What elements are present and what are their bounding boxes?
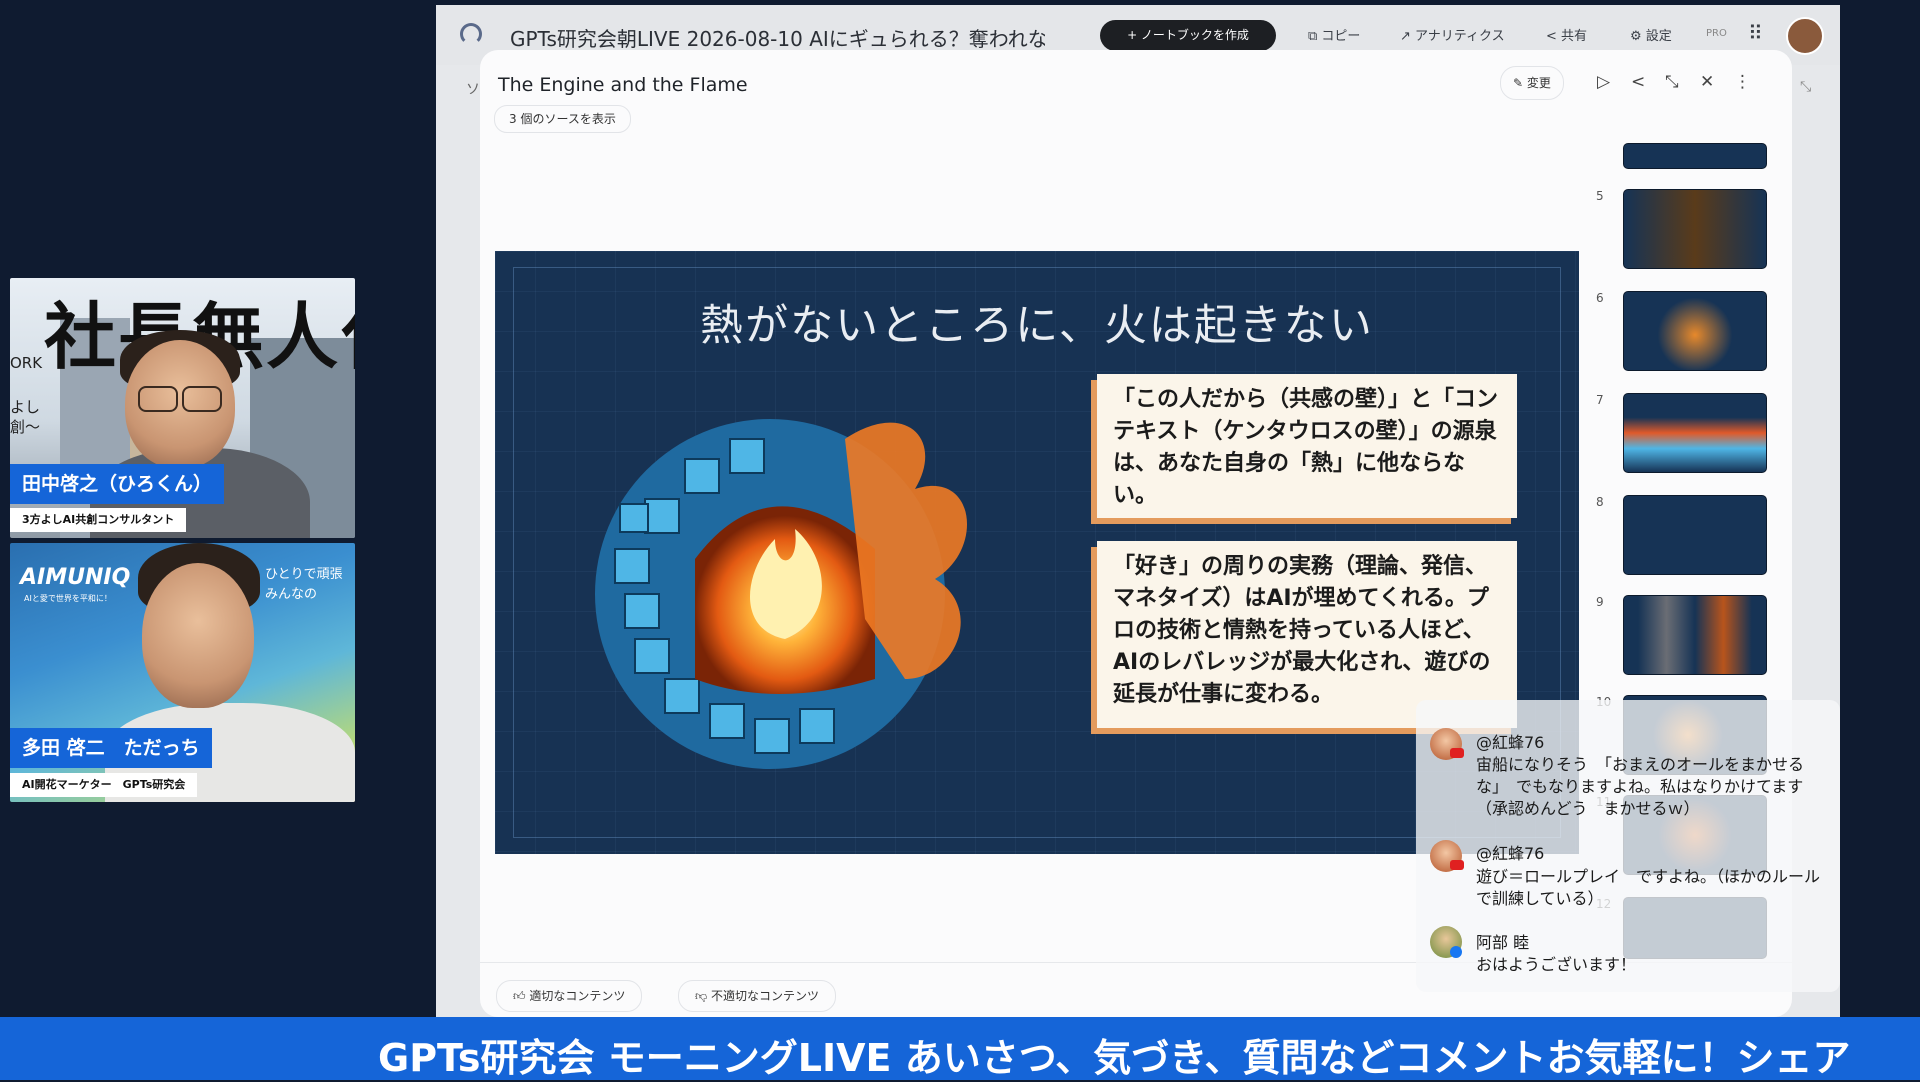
app-logo-icon[interactable]	[460, 23, 482, 45]
chat-author: @紅蜂76	[1476, 844, 1545, 863]
slide-title: 熱がないところに、火は起きない	[700, 301, 1374, 351]
share-icon: <	[1546, 29, 1562, 44]
thumbnail-number: 8	[1596, 495, 1604, 509]
chat-author: 阿部 睦	[1476, 933, 1530, 952]
show-sources-chip[interactable]: 3 個のソースを表示	[494, 105, 631, 133]
chat-author: @紅蜂76	[1476, 733, 1545, 752]
chat-message: 宙船になりそう 「おまえのオールをまかせるな」 でもなりますよね。私はなりかけて…	[1476, 755, 1805, 818]
chat-message: 遊び＝ロールプレイ ですよね。（ほかのルールで訓練している）	[1476, 867, 1821, 908]
pro-badge: PRO	[1706, 28, 1727, 39]
glasses-icon	[182, 386, 222, 412]
bad-content-button[interactable]: 👎︎ 不適切なコンテンツ	[678, 980, 837, 1012]
person-face	[142, 563, 254, 708]
bottom-ticker: GPTs研究会 モーニングLIVE あいさつ、気づき、質問などコメントお気軽に！…	[0, 1017, 1920, 1080]
chat-message: おはようございます！	[1476, 955, 1637, 974]
slide-thumbnail[interactable]	[1623, 393, 1767, 473]
thumbs-down-icon: 👎︎	[695, 989, 711, 1003]
pencil-icon: ✎	[1513, 76, 1527, 90]
collapse-icon[interactable]: ⤡	[1800, 79, 1811, 95]
speaker-name: 多田 啓二 ただっち	[10, 728, 212, 768]
speaker-title: AI開花マーケター GPTs研究会	[10, 773, 198, 797]
slide-thumbnail[interactable]	[1623, 189, 1767, 269]
side-text: 創〜	[10, 418, 41, 436]
text-card-1: 「この人だから（共感の壁）」と「コンテキスト（ケンタウロスの壁）」の源泉は、あな…	[1097, 374, 1517, 518]
webcam-host-2: AIMUNIQ AIと愛で世界を平和に！ ひとりで頑張 みんなの 多田 啓二 た…	[10, 543, 355, 802]
brand-logo: AIMUNIQ	[20, 565, 131, 590]
avatar[interactable]	[1786, 17, 1824, 55]
notebook-title[interactable]: GPTs研究会朝LIVE 2026-08-10 AIにギュられる？奪われない4つ	[510, 23, 1045, 52]
brand-subtitle: AIと愛で世界を平和に！	[24, 594, 112, 603]
thumbnail-number: 7	[1596, 393, 1604, 407]
more-vert-icon[interactable]: ⋮	[1734, 72, 1751, 92]
analytics-button[interactable]: ↗ アナリティクス	[1400, 25, 1505, 44]
thumbnail-number: 5	[1596, 189, 1604, 203]
side-text: よし	[10, 398, 41, 416]
webcam-host-1: 社長無人化 ORK よし 創〜 田中啓之（ひろくん） 3方よしAI共創コンサルタ…	[10, 278, 355, 538]
gear-icon: ⚙	[1630, 29, 1646, 44]
ticker-text: GPTs研究会 モーニングLIVE あいさつ、気づき、質問などコメントお気軽に！…	[378, 1036, 1851, 1080]
slide-thumbnail[interactable]	[1623, 495, 1767, 575]
slide-thumbnail[interactable]	[1623, 291, 1767, 371]
facebook-icon	[1450, 946, 1462, 958]
youtube-icon	[1450, 860, 1464, 870]
side-text: ORK	[10, 354, 43, 372]
copy-button[interactable]: ⧉ コピー	[1308, 25, 1360, 44]
share-button[interactable]: < 共有	[1546, 25, 1587, 44]
create-notebook-button[interactable]: + ノートブックを作成	[1100, 20, 1276, 51]
play-icon[interactable]: ▷	[1597, 72, 1610, 92]
good-content-button[interactable]: 👍︎ 適切なコンテンツ	[496, 980, 643, 1012]
edit-button[interactable]: ✎ 変更	[1500, 66, 1564, 100]
thumbs-up-icon: 👍︎	[513, 989, 530, 1003]
settings-button[interactable]: ⚙ 設定	[1630, 25, 1672, 44]
thumbnail-number: 9	[1596, 595, 1604, 609]
chevron-icon[interactable]: ソ	[466, 79, 480, 99]
side-text: ひとりで頑張 みんなの	[265, 567, 343, 602]
shrink-icon[interactable]: ⤡	[1665, 72, 1679, 92]
copy-icon: ⧉	[1308, 29, 1322, 44]
live-chat-overlay: @紅蜂76 宙船になりそう 「おまえのオールをまかせるな」 でもなりますよね。私…	[1416, 700, 1840, 992]
speaker-title: 3方よしAI共創コンサルタント	[10, 508, 187, 532]
apps-grid-icon[interactable]: ⠿	[1748, 21, 1763, 45]
slide-thumbnail[interactable]	[1623, 595, 1767, 675]
presentation-title: The Engine and the Flame	[498, 74, 748, 96]
close-icon[interactable]: ✕	[1700, 72, 1714, 92]
thumbnail-number: 6	[1596, 291, 1604, 305]
flame-sphere-illustration	[595, 419, 968, 769]
glasses-icon	[138, 386, 178, 412]
youtube-icon	[1450, 748, 1464, 758]
slide-thumbnail[interactable]	[1623, 143, 1767, 169]
trend-icon: ↗	[1400, 29, 1416, 44]
speaker-name: 田中啓之（ひろくん）	[10, 464, 225, 504]
share-icon[interactable]: <	[1631, 72, 1645, 92]
